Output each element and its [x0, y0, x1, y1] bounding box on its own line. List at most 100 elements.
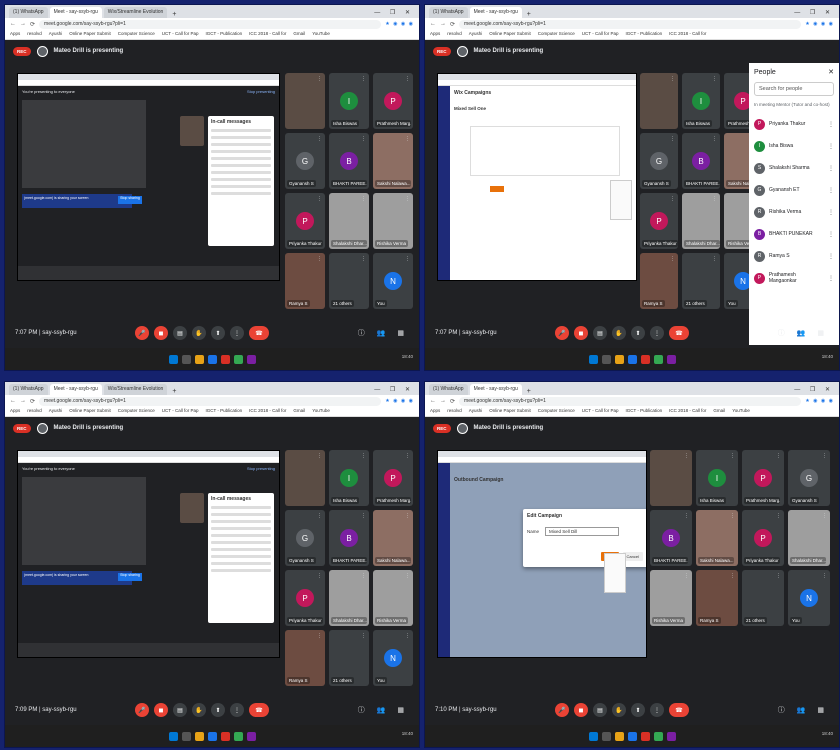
hand-icon[interactable]: ✋ — [192, 703, 206, 717]
participant-tile[interactable]: P ⋮ Prathmesh Marg... — [373, 73, 413, 129]
side-controls[interactable]: ⓘ 👥 ▦ — [778, 705, 829, 715]
url-input[interactable]: meet.google.com/say-ssyb-rgu?pli=1 — [459, 396, 802, 406]
participant-menu-icon[interactable]: ⋮ — [670, 76, 675, 82]
bookmark[interactable]: IGCT - Publication — [625, 408, 662, 415]
campaign-name-input[interactable]: Mixed Sell Dill — [545, 527, 620, 536]
participant-menu-icon[interactable]: ⋮ — [730, 453, 735, 459]
app-icon[interactable] — [653, 354, 663, 364]
participant-tile[interactable]: P ⋮ Priyanka Thakur — [285, 570, 325, 626]
browser-tab-active[interactable]: Meet - say-ssyb-rgu — [469, 7, 522, 18]
participant-tile[interactable]: ⋮ — [650, 450, 692, 506]
participant-menu-icon[interactable]: ⋮ — [405, 136, 410, 142]
side-controls[interactable]: ⓘ 👥 ▦ — [358, 705, 409, 715]
url-input[interactable]: meet.google.com/say-ssyb-rgu?pli=1 — [39, 19, 382, 29]
bookmark[interactable]: Ayushi — [49, 408, 62, 415]
participant-menu-icon[interactable]: ⋮ — [317, 513, 322, 519]
participant-tile[interactable]: ⋮ Ramya S — [285, 630, 325, 686]
chrome-icon[interactable] — [207, 354, 217, 364]
back-icon[interactable]: ← — [430, 398, 436, 404]
people-row[interactable]: R Rishika Verma ⋮ — [754, 201, 834, 223]
participant-menu-icon[interactable]: ⋮ — [776, 573, 781, 579]
bookmark[interactable]: resolvd — [27, 31, 42, 38]
bookmark[interactable]: ICC 2018 - Call for — [669, 408, 706, 415]
stop-presenting-link[interactable]: Stop presenting — [247, 466, 275, 471]
participant-tile[interactable]: ⋮ Sakshi Nalawa... — [373, 133, 413, 189]
participant-menu-icon[interactable]: ⋮ — [361, 453, 366, 459]
participant-menu-icon[interactable]: ⋮ — [317, 256, 322, 262]
participant-menu-icon[interactable]: ⋮ — [317, 633, 322, 639]
participant-tile[interactable]: ⋮ 21 others — [329, 630, 369, 686]
bookmark[interactable]: Online Paper Submit — [69, 31, 111, 38]
new-tab-icon[interactable]: + — [169, 11, 179, 18]
participant-tile[interactable]: N ⋮ You — [788, 570, 830, 626]
participant-tile[interactable]: B ⋮ BHAKTI PAREE... — [329, 133, 369, 189]
search-icon[interactable] — [601, 354, 611, 364]
camera-off-icon[interactable]: ◼ — [154, 326, 168, 340]
participant-menu-icon[interactable]: ⋮ — [405, 76, 410, 82]
save-button[interactable] — [490, 186, 504, 192]
people-row[interactable]: S Shalakshi Sharma ⋮ — [754, 157, 834, 179]
participant-tile[interactable]: I ⋮ Isha Biswas — [329, 450, 369, 506]
participant-menu-icon[interactable]: ⋮ — [317, 453, 322, 459]
bookmark[interactable]: IGCT - Publication — [205, 408, 242, 415]
browser-tab[interactable]: (1) WhatsApp — [429, 7, 468, 18]
stop-sharing-button[interactable]: Stop sharing — [118, 196, 142, 204]
end-call-icon[interactable]: ☎ — [669, 703, 689, 717]
forward-icon[interactable]: → — [20, 398, 26, 404]
browser-tab[interactable]: Wix/Streamline Evolution — [103, 384, 168, 395]
explorer-icon[interactable] — [614, 354, 624, 364]
participant-menu-icon[interactable]: ⋮ — [684, 573, 689, 579]
new-tab-icon[interactable]: + — [169, 388, 179, 395]
chrome-icon[interactable] — [627, 354, 637, 364]
app-icon[interactable] — [246, 354, 256, 364]
participant-tile[interactable]: N ⋮ You — [373, 253, 413, 309]
stop-sharing-button[interactable]: Stop sharing — [118, 573, 142, 581]
bookmark[interactable]: resolvd — [27, 408, 42, 415]
browser-tab-active[interactable]: Meet - say-ssyb-rgu — [469, 384, 522, 395]
participant-menu-icon[interactable]: ⋮ — [776, 453, 781, 459]
end-call-icon[interactable]: ☎ — [669, 326, 689, 340]
participant-tile[interactable]: ⋮ 21 others — [742, 570, 784, 626]
bookmark[interactable]: IGCT - Publication — [625, 31, 662, 38]
app-icon[interactable] — [666, 354, 676, 364]
participant-menu-icon[interactable]: ⋮ — [670, 196, 675, 202]
extension-icons[interactable]: ★ ◉ ◉ ◉ — [805, 21, 834, 27]
bookmark[interactable]: ICC 2018 - Call for — [669, 31, 706, 38]
people-row[interactable]: B BHAKTI PUNEKAR ⋮ — [754, 223, 834, 245]
mic-off-icon[interactable]: 🎤 — [555, 326, 569, 340]
back-icon[interactable]: ← — [10, 21, 16, 27]
side-controls[interactable]: ⓘ 👥 ▦ — [358, 328, 409, 338]
bookmark[interactable]: Ayushi — [469, 408, 482, 415]
window-controls[interactable]: — ❐ ✕ — [369, 7, 419, 18]
side-controls[interactable]: ⓘ 👥 ▦ — [778, 328, 829, 338]
explorer-icon[interactable] — [194, 354, 204, 364]
url-input[interactable]: meet.google.com/say-ssyb-rgu?pli=1 — [459, 19, 802, 29]
participant-tile[interactable]: B ⋮ BHAKTI PAREE... — [329, 510, 369, 566]
window-controls[interactable]: — ❐ ✕ — [369, 384, 419, 395]
bookmark[interactable]: resolvd — [447, 408, 462, 415]
present-icon[interactable]: ⬆ — [211, 703, 225, 717]
participant-menu-icon[interactable]: ⋮ — [776, 513, 781, 519]
reload-icon[interactable]: ⟳ — [450, 398, 455, 405]
browser-tab[interactable]: (1) WhatsApp — [9, 7, 48, 18]
camera-off-icon[interactable]: ◼ — [574, 703, 588, 717]
bookmark[interactable]: ICC 2018 - Call for — [249, 408, 286, 415]
search-icon[interactable] — [181, 731, 191, 741]
hand-icon[interactable]: ✋ — [612, 703, 626, 717]
browser-tab[interactable]: (1) WhatsApp — [429, 384, 468, 395]
participant-menu-icon[interactable]: ⋮ — [317, 196, 322, 202]
people-row[interactable]: I Isha Biswa ⋮ — [754, 135, 834, 157]
participant-menu-icon[interactable]: ⋮ — [361, 136, 366, 142]
participant-menu-icon[interactable]: ⋮ — [730, 573, 735, 579]
present-icon[interactable]: ⬆ — [631, 703, 645, 717]
bookmark[interactable]: UCT - Call for Pap — [582, 408, 619, 415]
bookmark[interactable]: Ayushi — [469, 31, 482, 38]
participant-menu-icon[interactable]: ⋮ — [317, 76, 322, 82]
bookmark[interactable]: UCT - Call for Pap — [162, 31, 199, 38]
app-icon[interactable] — [640, 731, 650, 741]
people-row[interactable]: G Gyanansh ET ⋮ — [754, 179, 834, 201]
participant-tile[interactable]: ⋮ Sakshi Nalawa... — [696, 510, 738, 566]
chrome-icon[interactable] — [627, 731, 637, 741]
windows-start-icon[interactable] — [588, 354, 598, 364]
forward-icon[interactable]: → — [20, 21, 26, 27]
